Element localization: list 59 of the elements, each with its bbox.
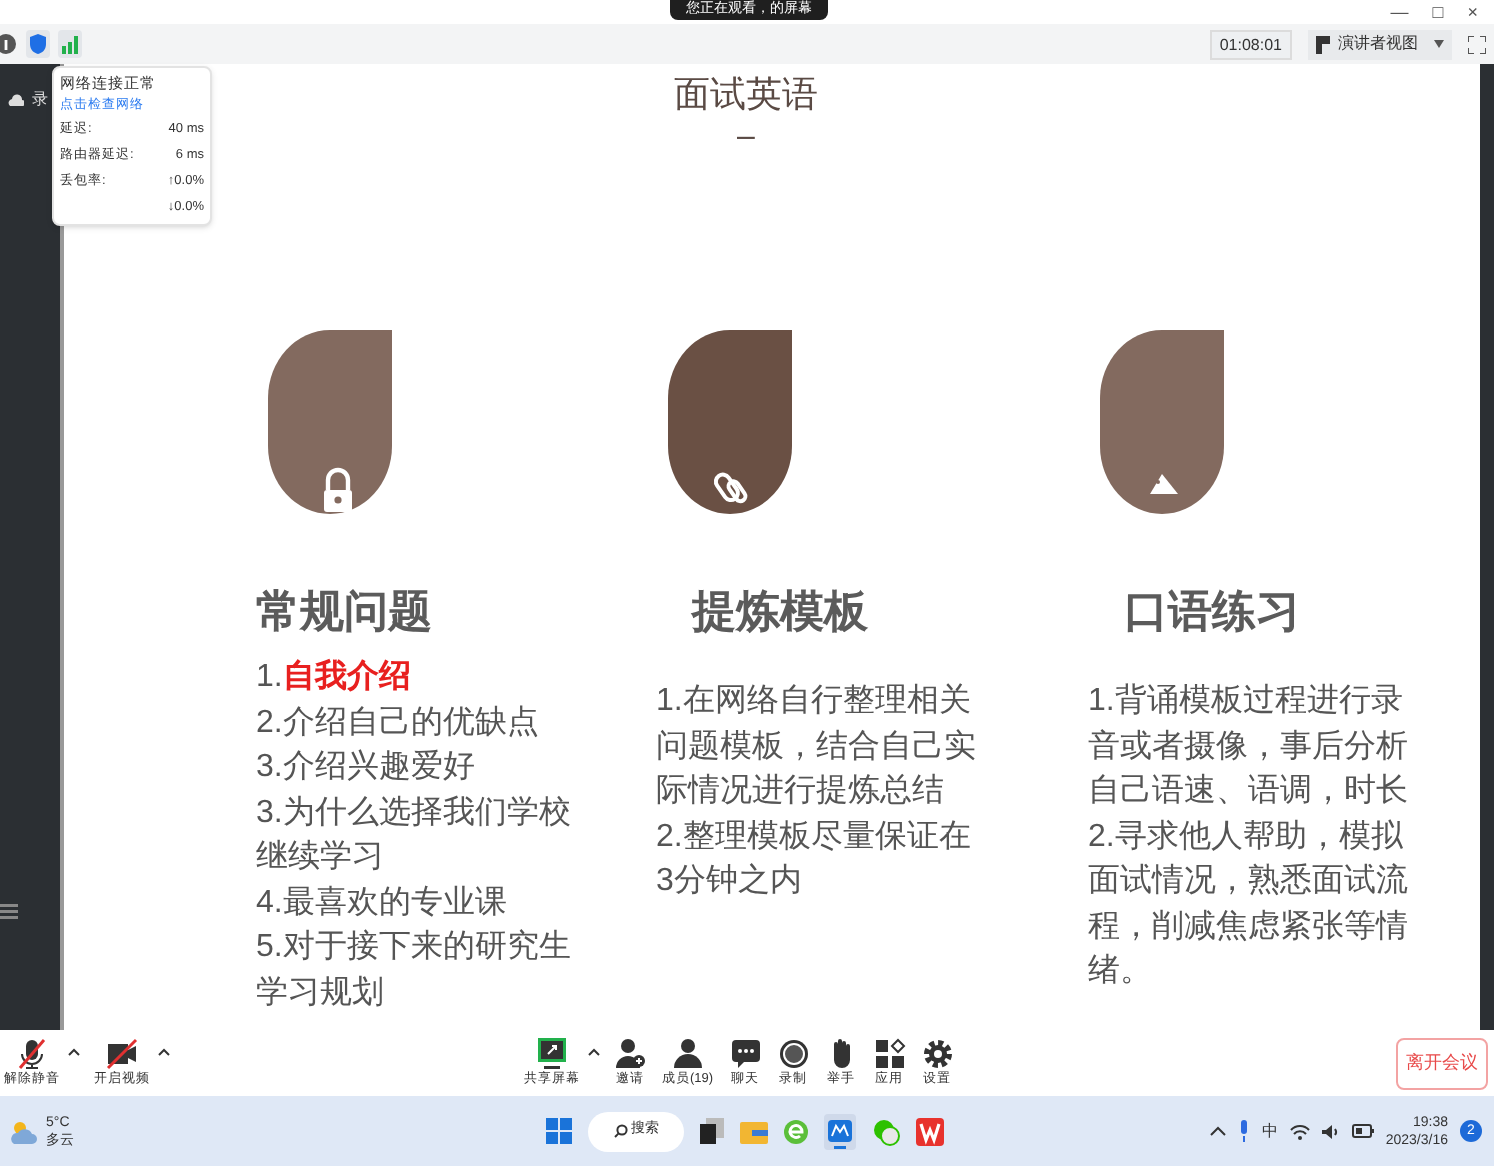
list-item: 1.在网络自行整理相关问题模板，结合自己实际情况进行提炼总结 (656, 681, 978, 812)
leave-meeting-button[interactable]: 离开会议 (1396, 1037, 1488, 1089)
shield-icon (26, 30, 50, 58)
meeting-timer: 01:08:01 (1209, 29, 1292, 59)
restore-button[interactable]: □ (1432, 2, 1444, 22)
list-item: 4.最喜欢的专业课 (256, 883, 509, 923)
chat-bubble-icon (729, 1038, 762, 1070)
column-heading: 口语练习 (1124, 584, 1302, 640)
list-item: 2.介绍自己的优缺点 (256, 703, 541, 743)
list-item: 2.寻求他人帮助，模拟面试情况，熟悉面试流程，削减焦虑紧张等情绪。 (1088, 817, 1410, 992)
column-heading: 常规问题 (256, 584, 434, 640)
tag-drop-icon (1100, 330, 1224, 514)
wifi-icon (1289, 1123, 1310, 1139)
slide-title: 面试英语 (674, 72, 820, 118)
chevron-up-icon (1209, 1126, 1226, 1136)
task-view-icon (700, 1118, 724, 1144)
record-icon (777, 1038, 810, 1070)
cloud-icon (8, 94, 24, 106)
browser-icon (784, 1117, 808, 1145)
minimize-button[interactable]: — (1390, 2, 1409, 22)
fullscreen-icon (1468, 35, 1486, 53)
caret-icon (68, 1048, 80, 1056)
list-item: 3.介绍兴趣爱好 (256, 747, 477, 788)
folder-icon (740, 1119, 768, 1143)
layout-icon (1316, 35, 1330, 53)
person-icon (671, 1038, 704, 1070)
link-drop-icon (668, 330, 792, 514)
caret-icon (588, 1048, 600, 1056)
microphone-icon (1237, 1120, 1250, 1142)
column-heading: 提炼模板 (692, 584, 870, 640)
screen-share-icon (536, 1038, 568, 1070)
list-item: 1.背诵模板过程进行录音或者摄像，事后分析自己语速、语调，时长 (1088, 681, 1410, 812)
list-icon (0, 904, 18, 920)
lock-drop-icon (268, 330, 392, 514)
muted-microphone-icon (16, 1038, 48, 1070)
windows-start-icon (546, 1118, 572, 1144)
battery-icon (1351, 1124, 1374, 1138)
search-icon (613, 1124, 627, 1138)
presenter-view-button[interactable]: 演讲者视图 (1308, 29, 1452, 59)
sidebar-item[interactable]: 录 (32, 88, 48, 112)
list-item: 5.对于接下来的研究生学习规划 (256, 927, 573, 1013)
meeting-app-icon (824, 1113, 856, 1149)
list-item: 2.整理模板尽量保证在3分钟之内 (656, 817, 973, 902)
caret-icon (1434, 40, 1444, 48)
input-method-indicator[interactable]: 中 (1261, 1119, 1278, 1143)
chat-app-icon (872, 1117, 900, 1145)
apps-icon (873, 1038, 906, 1070)
speaker-icon (1321, 1123, 1340, 1139)
title-dash: – (737, 122, 757, 154)
list-item: 1.自我介绍 (256, 657, 413, 698)
close-button[interactable]: × (1467, 2, 1478, 22)
add-person-icon (614, 1038, 646, 1070)
caret-icon (158, 1048, 170, 1056)
office-app-icon (916, 1117, 944, 1145)
signal-icon (58, 30, 82, 58)
video-off-icon (106, 1038, 138, 1070)
settings-icon (921, 1038, 954, 1070)
list-item: 3.为什么选择我们学校继续学习 (256, 793, 573, 878)
cloudy-sun-icon (10, 1117, 38, 1145)
